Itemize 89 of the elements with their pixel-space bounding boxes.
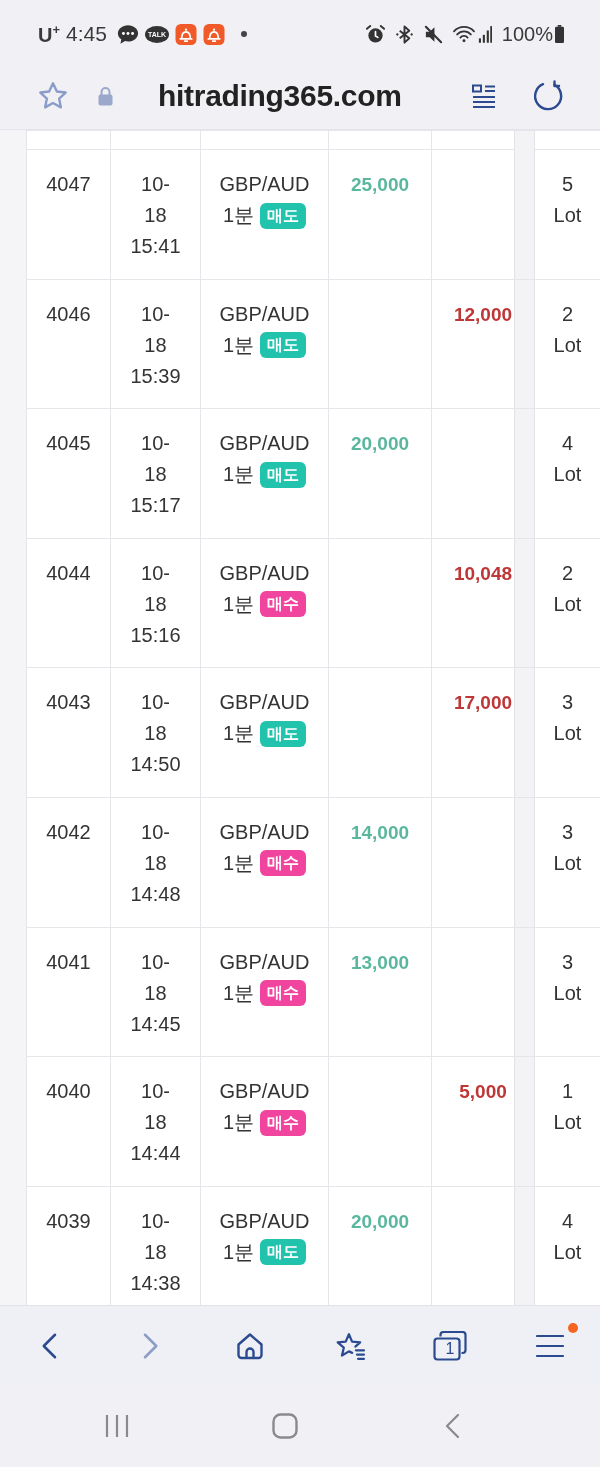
interval-text: 1분 xyxy=(222,332,255,358)
lot-size: 3 Lot xyxy=(553,949,582,1006)
mute-icon xyxy=(422,23,444,45)
loss-amount: 17,000 xyxy=(453,691,513,716)
order-number: 4046 xyxy=(46,301,91,327)
tabs-icon xyxy=(433,1330,467,1361)
lot-size: 3 Lot xyxy=(553,690,582,747)
side-badge: 매도 xyxy=(260,461,307,488)
lot-size: 2 Lot xyxy=(553,301,582,358)
interval-text: 1분 xyxy=(222,1110,255,1136)
order-number: 4045 xyxy=(46,431,91,457)
bluetooth-icon xyxy=(393,23,415,45)
order-time: 10-18 14:45 xyxy=(130,949,181,1037)
lot-size: 3 Lot xyxy=(553,819,582,876)
order-time: 10-18 14:38 xyxy=(130,1208,181,1296)
order-time: 10-18 14:48 xyxy=(130,819,181,907)
order-time: 10-18 14:50 xyxy=(130,690,181,778)
dot-icon xyxy=(241,31,248,37)
lot-size: 4 Lot xyxy=(553,431,582,488)
interval-text: 1분 xyxy=(222,721,255,747)
currency-pair: GBP/AUD xyxy=(219,819,310,845)
order-number: 4043 xyxy=(46,690,91,716)
order-time: 10-18 15:17 xyxy=(130,431,181,519)
clock-time: 4:45 xyxy=(66,22,107,46)
currency-pair: GBP/AUD xyxy=(219,560,310,586)
tabs-button[interactable]: 1 xyxy=(433,1330,467,1361)
interval-text: 1분 xyxy=(222,203,255,228)
interval-text: 1분 xyxy=(222,462,255,488)
battery-icon xyxy=(555,25,564,43)
profit-amount: 14,000 xyxy=(350,820,410,845)
interval-text: 1분 xyxy=(222,980,255,1006)
refresh-icon[interactable] xyxy=(532,79,564,112)
currency-pair: GBP/AUD xyxy=(219,690,310,716)
currency-pair: GBP/AUD xyxy=(219,1208,310,1234)
loss-amount: 10,048 xyxy=(453,561,513,586)
side-badge: 매도 xyxy=(260,202,307,229)
url-text[interactable]: hitrading365.com xyxy=(158,78,402,113)
profit-amount: 25,000 xyxy=(350,173,410,197)
order-number: 4044 xyxy=(46,560,91,586)
side-badge: 매수 xyxy=(260,1109,307,1136)
star-list-icon xyxy=(335,1330,365,1361)
interval-text: 1분 xyxy=(222,850,255,876)
bookmarks-button[interactable] xyxy=(335,1330,365,1361)
lot-size: 1 Lot xyxy=(553,1079,582,1136)
profit-amount: 20,000 xyxy=(350,432,410,457)
side-badge: 매수 xyxy=(260,850,307,877)
carrier-text: U$^{+}$ xyxy=(38,21,61,47)
lot-size: 5 Lot xyxy=(553,172,582,228)
bell-app-icon xyxy=(203,23,226,45)
battery-percent: 100% xyxy=(501,22,553,46)
recent-apps-button[interactable] xyxy=(104,1413,130,1439)
order-number: 4047 xyxy=(46,172,91,197)
currency-pair: GBP/AUD xyxy=(219,949,310,975)
order-number: 4040 xyxy=(46,1079,91,1105)
lot-size: 4 Lot xyxy=(553,1208,582,1265)
currency-pair: GBP/AUD xyxy=(219,1079,310,1105)
three-bars-icon xyxy=(104,1413,130,1439)
menu-icon xyxy=(536,1332,564,1359)
order-time: 10-18 15:39 xyxy=(130,301,181,389)
order-number: 4041 xyxy=(46,949,91,975)
order-time: 10-18 14:44 xyxy=(130,1079,181,1167)
side-badge: 매도 xyxy=(260,720,307,747)
order-time: 10-18 15:41 xyxy=(130,172,181,259)
alarm-clock-icon xyxy=(364,23,386,45)
loss-amount: 5,000 xyxy=(459,1080,507,1105)
side-badge: 매수 xyxy=(260,591,307,618)
order-number: 4039 xyxy=(46,1208,91,1234)
side-badge: 매수 xyxy=(260,980,307,1007)
interval-text: 1분 xyxy=(222,591,255,617)
lot-size: 2 Lot xyxy=(553,560,582,617)
currency-pair: GBP/AUD xyxy=(219,172,310,197)
rounded-square-icon xyxy=(272,1413,298,1439)
side-badge: 매도 xyxy=(260,1239,307,1266)
home-button[interactable] xyxy=(235,1330,265,1361)
home-icon xyxy=(235,1330,265,1361)
currency-pair: GBP/AUD xyxy=(219,431,310,457)
currency-pair: GBP/AUD xyxy=(219,301,310,327)
signal-bars-icon xyxy=(477,25,492,43)
loss-amount: 12,000 xyxy=(453,302,513,327)
document-lines-icon[interactable] xyxy=(471,82,497,109)
side-badge: 매도 xyxy=(260,332,307,359)
order-time: 10-18 15:16 xyxy=(130,560,181,648)
order-number: 4042 xyxy=(46,819,91,845)
bell-app-icon xyxy=(175,23,198,45)
profit-amount: 13,000 xyxy=(350,950,410,975)
message-bubble-icon xyxy=(116,23,139,45)
profit-amount: 20,000 xyxy=(350,1209,410,1234)
wifi-icon xyxy=(451,24,476,44)
interval-text: 1분 xyxy=(222,1239,255,1265)
